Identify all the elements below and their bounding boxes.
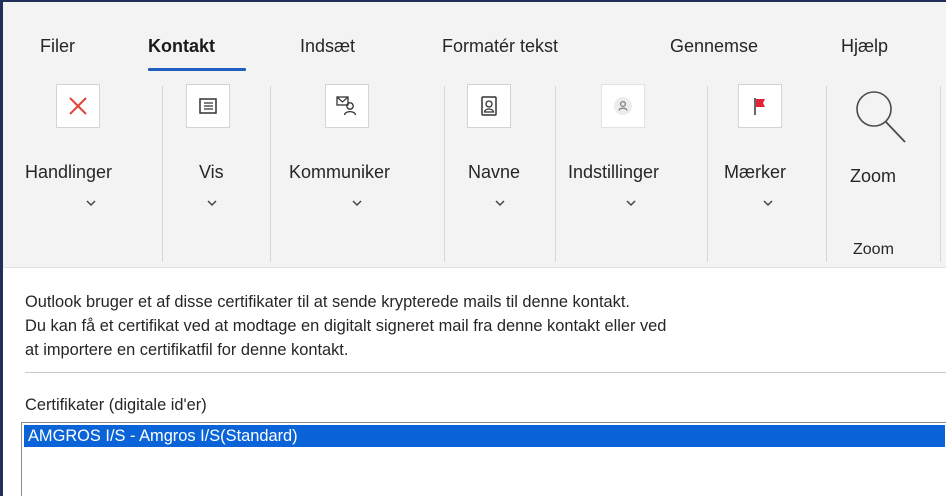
chevron-down-icon bbox=[352, 200, 362, 207]
info-line: Du kan få et certifikat ved at modtage e… bbox=[25, 317, 667, 335]
active-tab-indicator bbox=[148, 68, 246, 71]
info-line: Outlook bruger et af disse certifikater … bbox=[25, 293, 630, 311]
certificates-label: Certifikater (digitale id'er) bbox=[25, 396, 207, 414]
chevron-down-icon bbox=[626, 200, 636, 207]
view-icon bbox=[186, 84, 230, 128]
red-flag-icon bbox=[738, 84, 782, 128]
tab-formater-tekst[interactable]: Formatér tekst bbox=[442, 36, 558, 57]
group-indstillinger[interactable]: Indstillinger bbox=[556, 82, 706, 262]
group-label-navne: Navne bbox=[468, 162, 521, 182]
group-vis[interactable]: Vis bbox=[166, 82, 269, 262]
group-label-handlinger: Handlinger bbox=[25, 162, 113, 182]
group-zoom: Zoom Zoom bbox=[827, 82, 937, 262]
group-handlinger[interactable]: Handlinger bbox=[21, 82, 166, 262]
tab-kontakt[interactable]: Kontakt bbox=[148, 36, 215, 57]
chevron-down-icon bbox=[763, 200, 773, 207]
tab-gennemse[interactable]: Gennemse bbox=[670, 36, 758, 57]
communicate-icon bbox=[325, 84, 369, 128]
group-separator bbox=[162, 86, 163, 262]
chevron-down-icon bbox=[495, 200, 505, 207]
zoom-button-label[interactable]: Zoom bbox=[850, 166, 896, 187]
close-x-icon bbox=[56, 84, 100, 128]
tab-filer[interactable]: Filer bbox=[40, 36, 75, 57]
contact-options-icon bbox=[601, 84, 645, 128]
certificate-list-item-selected[interactable]: AMGROS I/S - Amgros I/S(Standard) bbox=[24, 425, 945, 447]
group-label-indstillinger: Indstillinger bbox=[568, 162, 660, 182]
info-line: at importere en certifikatfil for denne … bbox=[25, 341, 349, 359]
ribbon: Filer Kontakt Indsæt Formatér tekst Genn… bbox=[3, 2, 946, 268]
chevron-down-icon bbox=[207, 200, 217, 207]
ribbon-tabs: Filer Kontakt Indsæt Formatér tekst Genn… bbox=[3, 2, 946, 74]
group-kommuniker[interactable]: Kommuniker bbox=[271, 82, 444, 262]
certificate-info-text: Outlook bruger et af disse certifikater … bbox=[25, 290, 666, 362]
tab-indsaet[interactable]: Indsæt bbox=[300, 36, 355, 57]
group-label-maerker: Mærker bbox=[724, 162, 786, 182]
group-label-zoom: Zoom bbox=[853, 241, 894, 258]
tab-hjaelp[interactable]: Hjælp bbox=[841, 36, 888, 57]
address-book-icon bbox=[467, 84, 511, 128]
chevron-down-icon bbox=[86, 200, 96, 207]
certificates-pane: Outlook bruger et af disse certifikater … bbox=[3, 268, 946, 496]
certificates-listbox[interactable]: AMGROS I/S - Amgros I/S(Standard) bbox=[21, 422, 946, 496]
group-separator bbox=[940, 86, 941, 262]
group-maerker[interactable]: Mærker bbox=[708, 82, 825, 262]
magnifier-icon[interactable] bbox=[849, 84, 909, 148]
group-label-kommuniker: Kommuniker bbox=[289, 162, 391, 182]
group-label-vis: Vis bbox=[199, 162, 224, 182]
divider bbox=[25, 372, 946, 373]
group-navne[interactable]: Navne bbox=[445, 82, 554, 262]
